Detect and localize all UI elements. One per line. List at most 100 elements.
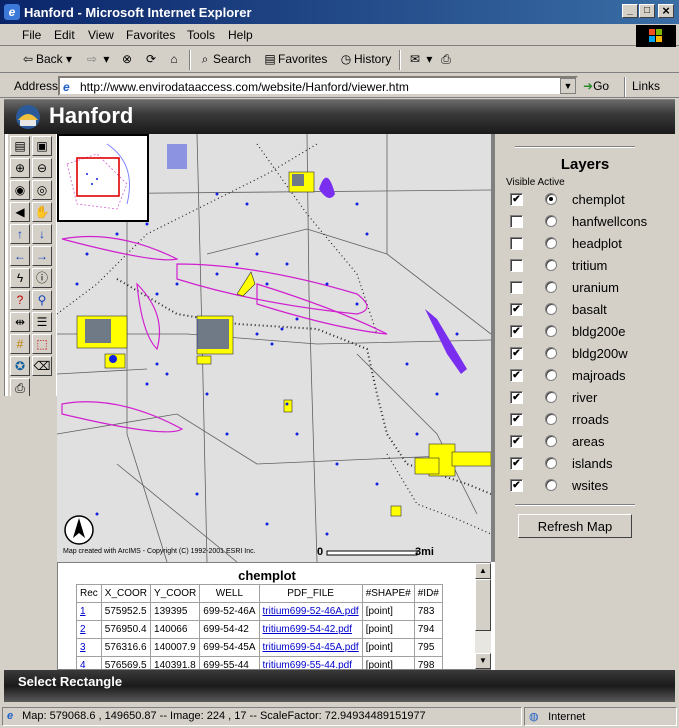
table-cell: [point] bbox=[361, 638, 415, 657]
menu-tools[interactable]: Tools bbox=[187, 28, 215, 42]
maximize-button[interactable]: □ bbox=[639, 4, 655, 18]
layer-active-radio[interactable] bbox=[545, 413, 557, 425]
scroll-up-button[interactable]: ▲ bbox=[475, 563, 491, 579]
layer-visible-checkbox[interactable] bbox=[510, 259, 523, 272]
back-button[interactable]: ⇦ Back ▾ bbox=[20, 52, 72, 66]
home-button[interactable]: ⌂ bbox=[166, 52, 182, 66]
stop-button[interactable]: ⊗ bbox=[119, 52, 135, 66]
results-scrollbar[interactable]: ▲ ▼ bbox=[475, 563, 491, 669]
menu-view[interactable]: View bbox=[88, 28, 114, 42]
favorites-button[interactable]: ▤ Favorites bbox=[262, 52, 327, 66]
layer-visible-checkbox[interactable]: ✔ bbox=[510, 303, 523, 316]
layer-active-radio[interactable] bbox=[545, 457, 557, 469]
record-link[interactable]: 2 bbox=[80, 624, 86, 635]
zoom-full-icon[interactable]: ◉ bbox=[10, 180, 30, 200]
print-button[interactable]: ⎙ bbox=[438, 52, 454, 67]
layer-visible-checkbox[interactable]: ✔ bbox=[510, 435, 523, 448]
measure-icon[interactable]: ⇹ bbox=[10, 312, 30, 332]
layer-visible-checkbox[interactable]: ✔ bbox=[510, 347, 523, 360]
scroll-thumb[interactable] bbox=[475, 579, 491, 631]
layer-visible-checkbox[interactable]: ✔ bbox=[510, 391, 523, 404]
record-link[interactable]: 1 bbox=[80, 606, 86, 617]
address-url[interactable]: http://www.envirodataaccess.com/website/… bbox=[80, 80, 409, 94]
history-button[interactable]: ◷ History bbox=[338, 52, 392, 66]
layer-active-radio[interactable] bbox=[545, 215, 557, 227]
layer-visible-checkbox[interactable] bbox=[510, 215, 523, 228]
layer-active-radio[interactable] bbox=[545, 193, 557, 205]
set-units-icon[interactable]: ☰ bbox=[32, 312, 52, 332]
toggle-overview-icon[interactable]: ▣ bbox=[32, 136, 52, 156]
refresh-map-button[interactable]: Refresh Map bbox=[518, 514, 632, 538]
address-dropdown-button[interactable]: ▼ bbox=[560, 78, 576, 94]
layer-name: islands bbox=[572, 456, 613, 471]
layer-visible-checkbox[interactable]: ✔ bbox=[510, 369, 523, 382]
menu-edit[interactable]: Edit bbox=[54, 28, 75, 42]
overview-map[interactable] bbox=[57, 134, 149, 222]
pan-east-icon[interactable]: → bbox=[32, 246, 52, 266]
toggle-legend-icon[interactable]: ▤ bbox=[10, 136, 30, 156]
layer-active-radio[interactable] bbox=[545, 347, 557, 359]
query-icon[interactable]: ? bbox=[10, 290, 30, 310]
scroll-down-button[interactable]: ▼ bbox=[475, 653, 491, 669]
table-cell: 795 bbox=[413, 638, 443, 657]
zoom-out-icon[interactable]: ⊖ bbox=[32, 158, 52, 178]
select-shape-icon[interactable]: ✪ bbox=[10, 356, 30, 376]
address-input[interactable]: e http://www.envirodataaccess.com/websit… bbox=[58, 76, 578, 96]
pdf-file-link[interactable]: tritium699-54-45A.pdf bbox=[263, 642, 359, 653]
find-binoculars-icon[interactable]: ⚲ bbox=[32, 290, 52, 310]
record-link[interactable]: 3 bbox=[80, 642, 86, 653]
layer-visible-checkbox[interactable]: ✔ bbox=[510, 457, 523, 470]
zoom-last-icon[interactable]: ◀ bbox=[10, 202, 30, 222]
layer-active-radio[interactable] bbox=[545, 237, 557, 249]
pan-north-icon[interactable]: ↑ bbox=[10, 224, 30, 244]
layer-visible-checkbox[interactable]: ✔ bbox=[510, 479, 523, 492]
map-view[interactable]: Map created with ArcIMS - Copyright (C) … bbox=[57, 134, 491, 562]
menu-file[interactable]: File bbox=[22, 28, 41, 42]
mail-button[interactable]: ✉ ▾ bbox=[407, 52, 432, 66]
map-canvas[interactable] bbox=[57, 134, 491, 562]
window-title: Hanford - Microsoft Internet Explorer bbox=[24, 5, 252, 20]
layer-active-radio[interactable] bbox=[545, 391, 557, 403]
links-button[interactable]: Links bbox=[632, 79, 660, 93]
clear-selection-eraser-icon[interactable]: ⌫ bbox=[32, 356, 52, 376]
go-button[interactable]: ➜Go bbox=[583, 79, 609, 93]
layer-active-radio[interactable] bbox=[545, 325, 557, 337]
layer-active-radio[interactable] bbox=[545, 303, 557, 315]
select-grid-icon[interactable]: # bbox=[10, 334, 30, 354]
layer-active-radio[interactable] bbox=[545, 435, 557, 447]
layer-visible-checkbox[interactable] bbox=[510, 237, 523, 250]
layer-row: ✔ wsites bbox=[495, 476, 675, 498]
forward-button[interactable]: ⇨ ▾ bbox=[84, 52, 109, 66]
layer-visible-checkbox[interactable]: ✔ bbox=[510, 193, 523, 206]
refresh-button[interactable]: ⟳ bbox=[143, 52, 159, 66]
zoom-in-icon[interactable]: ⊕ bbox=[10, 158, 30, 178]
pan-hand-icon[interactable]: ✋ bbox=[32, 202, 52, 222]
close-button[interactable]: × bbox=[658, 4, 674, 18]
minimize-button[interactable]: _ bbox=[622, 4, 638, 18]
pdf-file-link[interactable]: tritium699-54-42.pdf bbox=[263, 624, 353, 635]
menu-help[interactable]: Help bbox=[228, 28, 253, 42]
pdf-file-link[interactable]: tritium699-55-44.pdf bbox=[263, 660, 353, 669]
pan-south-icon[interactable]: ↓ bbox=[32, 224, 52, 244]
layer-active-radio[interactable] bbox=[545, 259, 557, 271]
search-button[interactable]: ⌕ Search bbox=[197, 52, 251, 67]
standard-toolbar: ⇦ Back ▾ ⇨ ▾ ⊗ ⟳ ⌂ ⌕ Search ▤ Favorites ◷ Hi… bbox=[0, 47, 679, 73]
select-rectangle-icon[interactable]: ⬚ bbox=[32, 334, 52, 354]
layer-visible-checkbox[interactable]: ✔ bbox=[510, 325, 523, 338]
menu-favorites[interactable]: Favorites bbox=[126, 28, 175, 42]
results-table: Rec X_COOR Y_COOR WELL PDF_FILE #SHAPE# #ID# 1… bbox=[76, 584, 443, 669]
record-link[interactable]: 4 bbox=[80, 660, 86, 669]
pdf-file-link[interactable]: tritium699-52-46A.pdf bbox=[263, 606, 359, 617]
identify-icon[interactable]: ⓘ bbox=[32, 268, 52, 288]
layer-visible-checkbox[interactable]: ✔ bbox=[510, 413, 523, 426]
layer-active-radio[interactable] bbox=[545, 479, 557, 491]
refresh-icon: ⟳ bbox=[145, 52, 157, 66]
layer-active-radio[interactable] bbox=[545, 281, 557, 293]
pan-west-icon[interactable]: ← bbox=[10, 246, 30, 266]
print-map-icon[interactable]: ⎙ bbox=[10, 378, 30, 398]
layer-visible-checkbox[interactable] bbox=[510, 281, 523, 294]
layer-name: basalt bbox=[572, 302, 607, 317]
layer-active-radio[interactable] bbox=[545, 369, 557, 381]
zoom-active-icon[interactable]: ◎ bbox=[32, 180, 52, 200]
hyperlink-icon[interactable]: ϟ bbox=[10, 268, 30, 288]
